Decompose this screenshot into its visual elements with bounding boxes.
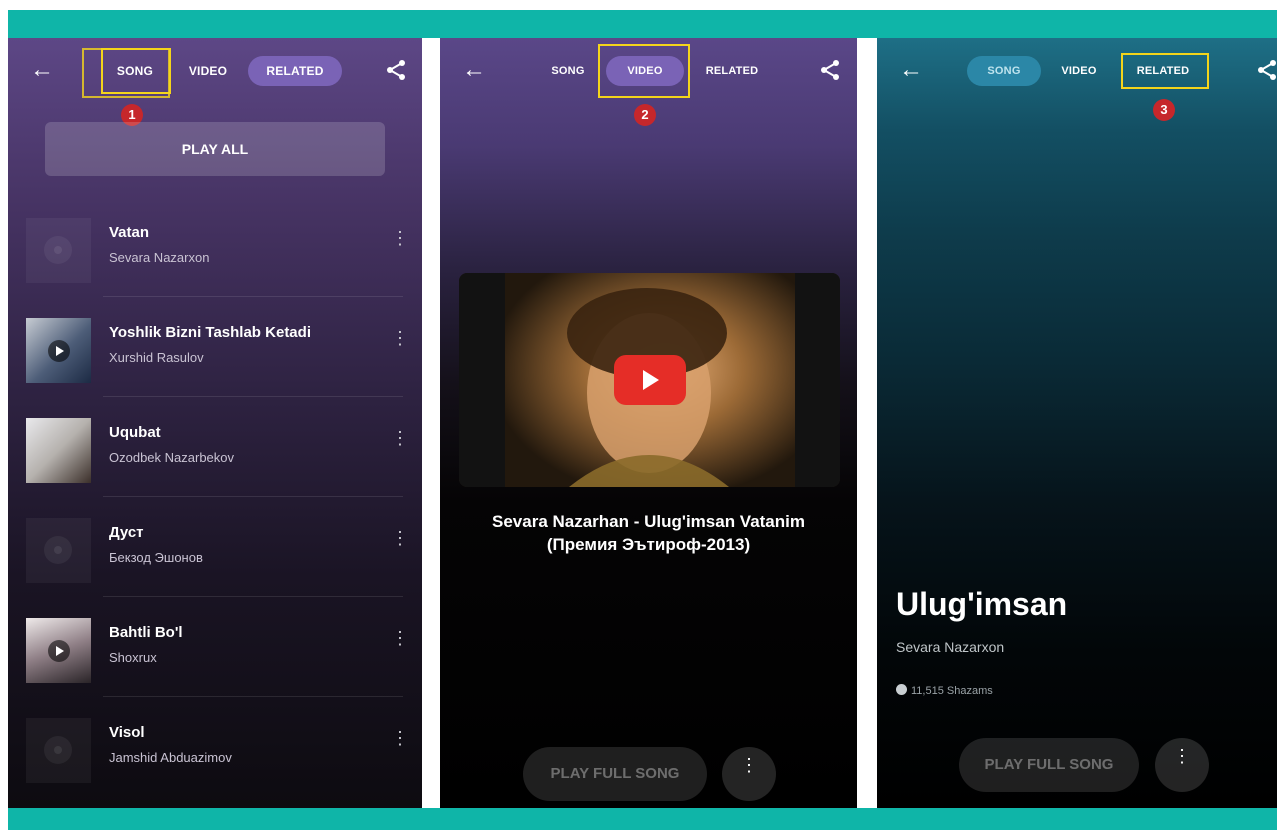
list-item[interactable]: Yoshlik Bizni Tashlab Ketadi Xurshid Ras… — [8, 298, 422, 398]
top-bar: ← SONG VIDEO RELATED 1 — [8, 38, 422, 126]
video-title-line: Sevara Nazarhan - Ulug'imsan Vatanim — [492, 512, 805, 531]
highlight-box-related — [1121, 53, 1209, 89]
song-title: Yoshlik Bizni Tashlab Ketadi — [109, 324, 311, 341]
shazam-icon — [896, 684, 907, 695]
tab-video[interactable]: VIDEO — [1051, 56, 1107, 86]
song-title: Visol — [109, 724, 145, 741]
list-item[interactable]: Bahtli Bo'l Shoxrux ⋮ — [8, 598, 422, 698]
album-art-placeholder — [26, 518, 91, 583]
song-title: Uqubat — [109, 424, 161, 441]
song-title: Vatan — [109, 224, 150, 241]
top-bar: ← SONG VIDEO RELATED 3 — [877, 38, 1277, 121]
vertical-dots-icon: ⋮ — [1173, 746, 1191, 766]
step-badge-2: 2 — [634, 104, 656, 126]
highlight-box-video — [598, 44, 690, 98]
song-artist: Xurshid Rasulov — [109, 350, 204, 365]
song-artist: Jamshid Abduazimov — [109, 750, 232, 765]
song-title: Дуст — [109, 524, 144, 541]
play-full-song-button[interactable]: PLAY FULL SONG — [523, 747, 707, 801]
more-options-button[interactable]: ⋮ — [1155, 738, 1209, 792]
song-artist: Ozodbek Nazarbekov — [109, 450, 235, 465]
top-frame-band — [8, 10, 1277, 38]
more-options-icon[interactable]: ⋮ — [391, 329, 409, 347]
vertical-dots-icon: ⋮ — [740, 755, 758, 775]
artist-name[interactable]: Sevara Nazarxon — [896, 639, 1004, 655]
list-item[interactable]: Дуст Бекзод Эшонов ⋮ — [8, 498, 422, 598]
video-title: Sevara Nazarhan - Ulug'imsan Vatanim (Пр… — [450, 510, 847, 556]
panel-song-detail: ← SONG VIDEO RELATED 3 Ulug'imsan Sevara… — [877, 38, 1277, 808]
shazam-count: 11,515 Shazams — [896, 684, 993, 697]
disc-icon — [44, 236, 72, 264]
song-title: Ulug'imsan — [896, 586, 1068, 622]
divider — [103, 496, 403, 497]
bottom-frame-band — [8, 808, 1277, 830]
more-options-icon[interactable]: ⋮ — [391, 229, 409, 247]
disc-icon — [44, 736, 72, 764]
play-icon — [48, 640, 70, 662]
more-options-icon[interactable]: ⋮ — [391, 529, 409, 547]
play-full-song-button[interactable]: PLAY FULL SONG — [959, 738, 1139, 792]
share-icon[interactable] — [818, 58, 842, 82]
back-arrow-icon[interactable]: ← — [462, 58, 486, 82]
song-artist: Shoxrux — [109, 650, 157, 665]
step-badge-3: 3 — [1153, 99, 1175, 121]
divider — [103, 696, 403, 697]
divider — [103, 596, 403, 597]
panel-video: ← SONG VIDEO RELATED 2 Sevara Nazarhan -… — [440, 38, 857, 808]
tab-song[interactable]: SONG — [540, 56, 596, 86]
highlight-box-song — [101, 48, 171, 94]
more-options-icon[interactable]: ⋮ — [391, 629, 409, 647]
album-art-placeholder — [26, 718, 91, 783]
play-icon — [48, 340, 70, 362]
album-art — [26, 318, 91, 383]
divider — [103, 396, 403, 397]
share-icon[interactable] — [1255, 58, 1277, 82]
song-artist: Sevara Nazarxon — [109, 250, 210, 265]
back-arrow-icon[interactable]: ← — [30, 58, 54, 82]
more-options-button[interactable]: ⋮ — [722, 747, 776, 801]
disc-icon — [44, 536, 72, 564]
tab-related[interactable]: RELATED — [696, 56, 768, 86]
play-all-button[interactable]: PLAY ALL — [45, 122, 385, 176]
list-item[interactable]: Vatan Sevara Nazarxon ⋮ — [8, 198, 422, 298]
shazam-count-text: 11,515 Shazams — [911, 685, 993, 697]
song-artist: Бекзод Эшонов — [109, 550, 203, 565]
panel-song-list: ← SONG VIDEO RELATED 1 PLAY ALL Vatan Se… — [8, 38, 422, 808]
list-item[interactable]: Uqubat Ozodbek Nazarbekov ⋮ — [8, 398, 422, 498]
album-art — [26, 418, 91, 483]
youtube-play-icon[interactable] — [614, 355, 686, 405]
tab-video[interactable]: VIDEO — [180, 56, 236, 86]
share-icon[interactable] — [384, 58, 408, 82]
album-art-placeholder — [26, 218, 91, 283]
tab-song[interactable]: SONG — [967, 56, 1041, 86]
back-arrow-icon[interactable]: ← — [899, 58, 923, 82]
divider — [103, 296, 403, 297]
song-title: Bahtli Bo'l — [109, 624, 183, 641]
video-title-line: (Премия Эътироф-2013) — [546, 535, 751, 554]
more-options-icon[interactable]: ⋮ — [391, 429, 409, 447]
album-art — [26, 618, 91, 683]
more-options-icon[interactable]: ⋮ — [391, 729, 409, 747]
video-thumbnail[interactable] — [459, 273, 840, 487]
list-item[interactable]: Visol Jamshid Abduazimov ⋮ — [8, 698, 422, 798]
top-bar: ← SONG VIDEO RELATED 2 — [440, 38, 857, 126]
tab-related[interactable]: RELATED — [248, 56, 342, 86]
